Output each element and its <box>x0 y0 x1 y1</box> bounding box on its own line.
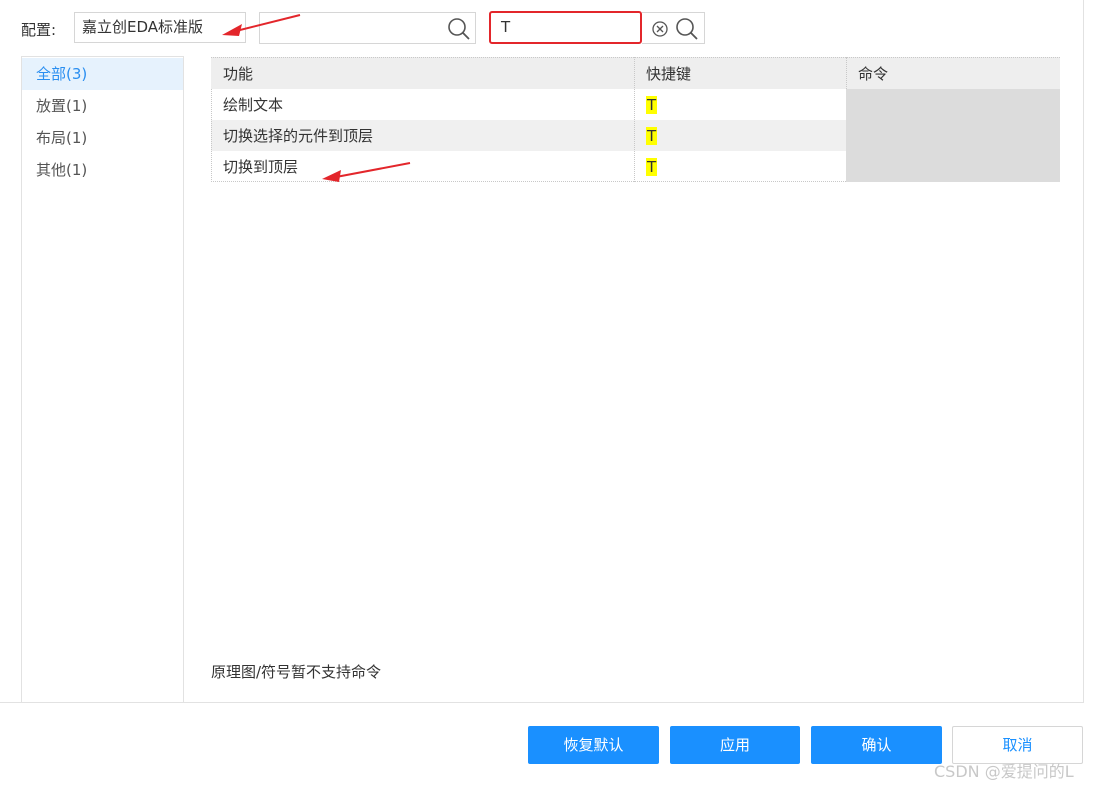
watermark: CSDN @爱提问的L <box>934 762 1074 781</box>
table-row[interactable]: 切换到顶层 T <box>211 151 846 182</box>
config-select[interactable]: 嘉立创EDA标准版 <box>74 12 246 43</box>
row-shortcut: T <box>646 151 658 183</box>
search-icon[interactable] <box>675 17 699 41</box>
shortcut-key: T <box>646 96 658 114</box>
table-bottom-border <box>211 181 846 182</box>
header-command: 命令 <box>858 65 889 83</box>
clear-circle-icon[interactable] <box>652 21 668 37</box>
shortcut-search-tools <box>642 12 705 44</box>
shortcut-table: 功能 快捷键 命令 绘制文本 T 切换选择的元件到顶层 T 切换到顶层 T <box>211 57 1060 182</box>
row-shortcut: T <box>646 89 658 121</box>
table-row[interactable]: 绘制文本 T <box>211 89 846 120</box>
table-header: 功能 快捷键 命令 <box>211 57 1060 89</box>
category-layout[interactable]: 布局(1) <box>22 122 183 154</box>
table-row[interactable]: 切换选择的元件到顶层 T <box>211 120 846 151</box>
column-divider <box>846 57 847 89</box>
shortcut-key: T <box>646 158 658 176</box>
function-search-input[interactable] <box>259 12 476 44</box>
category-sidebar: 全部(3) 放置(1) 布局(1) 其他(1) <box>21 56 184 702</box>
row-function: 切换到顶层 <box>223 158 299 176</box>
shortcut-key: T <box>646 127 658 145</box>
category-place[interactable]: 放置(1) <box>22 90 183 122</box>
category-other[interactable]: 其他(1) <box>22 154 183 186</box>
command-column-disabled <box>846 89 1060 182</box>
apply-button[interactable]: 应用 <box>670 726 800 764</box>
restore-default-button[interactable]: 恢复默认 <box>528 726 659 764</box>
shortcut-search-group: T <box>489 11 705 44</box>
header-shortcut: 快捷键 <box>646 65 692 83</box>
search-icon[interactable] <box>447 17 471 41</box>
category-all[interactable]: 全部(3) <box>22 58 183 90</box>
command-note: 原理图/符号暂不支持命令 <box>211 663 382 681</box>
table-left-border <box>211 89 212 182</box>
row-shortcut: T <box>646 120 658 152</box>
row-function: 切换选择的元件到顶层 <box>223 127 374 145</box>
shortcut-search-input[interactable]: T <box>489 11 642 44</box>
confirm-button[interactable]: 确认 <box>811 726 942 764</box>
row-function: 绘制文本 <box>223 96 284 114</box>
header-function: 功能 <box>223 65 254 83</box>
config-label: 配置: <box>21 21 57 39</box>
column-divider <box>634 57 635 182</box>
